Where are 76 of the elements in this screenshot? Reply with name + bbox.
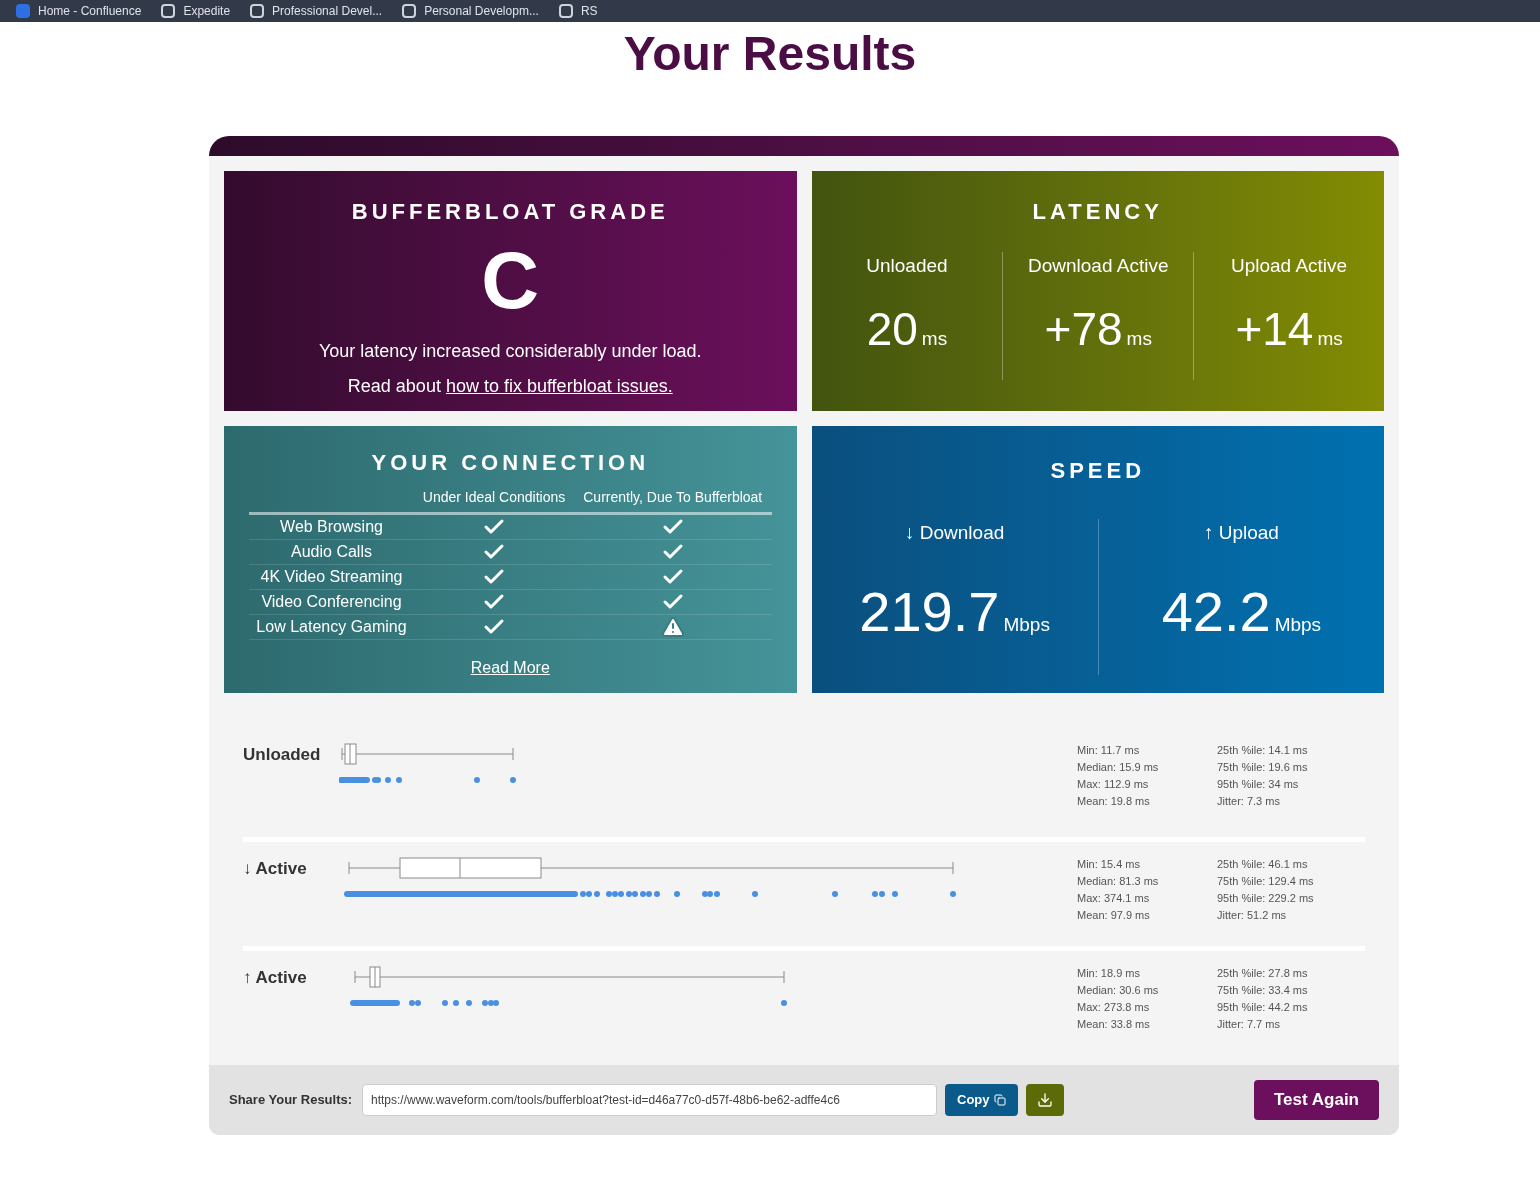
- distribution-label: ↑ Active: [243, 967, 308, 989]
- column-header: Under Ideal Conditions: [421, 488, 567, 507]
- folder-icon: [558, 4, 573, 18]
- stat-text: 95th %ile: 34 ms: [1217, 777, 1300, 792]
- download-icon: [1036, 1092, 1053, 1108]
- stat-text: 25th %ile: 27.8 ms: [1217, 966, 1309, 981]
- read-more-link[interactable]: Read More: [470, 656, 550, 680]
- latency-unit: ms: [1126, 326, 1152, 351]
- use-case-label: Video Conferencing: [260, 592, 403, 612]
- stat-text: 75th %ile: 19.6 ms: [1217, 760, 1309, 775]
- stat-text: Min: 18.9 ms: [1077, 966, 1141, 981]
- use-case-label: 4K Video Streaming: [259, 567, 404, 587]
- stat-text: 95th %ile: 229.2 ms: [1217, 891, 1315, 906]
- bookmark-link[interactable]: RS: [580, 2, 598, 20]
- stat-text: Jitter: 51.2 ms: [1217, 908, 1288, 923]
- use-case-label: Web Browsing: [279, 517, 384, 537]
- latency-unit: ms: [921, 326, 948, 351]
- stat-text: Jitter: 7.7 ms: [1217, 1017, 1281, 1032]
- use-case-label: Low Latency Gaming: [255, 617, 408, 637]
- stat-text: 95th %ile: 44.2 ms: [1217, 1000, 1309, 1015]
- column-header: Currently, Due To Bufferbloat: [582, 488, 764, 507]
- use-case-label: Audio Calls: [290, 542, 373, 562]
- card-heading: LATENCY: [1032, 198, 1163, 226]
- grade-message: Your latency increased considerably under load.: [318, 340, 702, 363]
- folder-icon: [161, 4, 176, 18]
- card-heading: YOUR CONNECTION: [371, 449, 650, 477]
- bookmark-link[interactable]: Home - Confluence: [38, 2, 142, 20]
- grade-letter: C: [481, 236, 540, 326]
- stat-text: Max: 273.8 ms: [1077, 1000, 1151, 1015]
- share-url-field[interactable]: https://www.waveform.com/tools/bufferbloat?test-id=d46a77c0-d57f-48b6-be62-adffe4c6: [362, 1084, 937, 1116]
- stat-text: Min: 15.4 ms: [1077, 857, 1141, 872]
- fix-bufferbloat-link[interactable]: how to fix bufferbloat issues.: [445, 373, 673, 400]
- latency-value: +78: [1044, 301, 1123, 357]
- card-heading: BUFFERBLOAT GRADE: [351, 198, 669, 226]
- latency-label: Upload Active: [1230, 254, 1348, 278]
- bookmark-link[interactable]: Professional Devel...: [272, 2, 383, 20]
- download-button[interactable]: [1025, 1084, 1064, 1116]
- stat-text: 75th %ile: 33.4 ms: [1217, 983, 1309, 998]
- test-again-button[interactable]: Test Again: [1254, 1080, 1379, 1120]
- speed-value: 219.7: [859, 579, 1000, 644]
- stat-text: Jitter: 7.3 ms: [1217, 794, 1281, 809]
- share-label: Share Your Results:: [229, 1091, 354, 1110]
- card-heading: SPEED: [1050, 457, 1146, 485]
- speed-label: ↓ Download: [905, 521, 1005, 545]
- folder-icon: [402, 4, 417, 18]
- stat-text: Mean: 97.9 ms: [1077, 908, 1151, 923]
- stat-text: Median: 15.9 ms: [1077, 760, 1160, 775]
- stat-text: Max: 112.9 ms: [1077, 777, 1150, 792]
- folder-icon: [250, 4, 265, 18]
- bookmark-link[interactable]: Expedite: [183, 2, 231, 20]
- stat-text: Mean: 33.8 ms: [1077, 1017, 1151, 1032]
- latency-value: 20: [866, 301, 918, 357]
- bookmark-link[interactable]: Personal Developm...: [424, 2, 539, 20]
- latency-unit: ms: [1317, 326, 1343, 351]
- stat-text: Max: 374.1 ms: [1077, 891, 1151, 906]
- stat-text: Median: 81.3 ms: [1077, 874, 1160, 889]
- latency-value: +14: [1235, 301, 1314, 357]
- speed-unit: Mbps: [1003, 612, 1050, 637]
- copy-icon: [993, 1094, 1006, 1106]
- stat-text: 25th %ile: 46.1 ms: [1217, 857, 1309, 872]
- stat-text: Mean: 19.8 ms: [1077, 794, 1151, 809]
- app-icon: [16, 4, 30, 18]
- page-title: Your Results: [622, 26, 918, 82]
- latency-label: Download Active: [1028, 254, 1169, 278]
- copy-button[interactable]: Copy: [945, 1084, 1018, 1116]
- speed-value: 42.2: [1161, 579, 1271, 644]
- stat-text: Median: 30.6 ms: [1077, 983, 1160, 998]
- speed-unit: Mbps: [1274, 612, 1322, 637]
- stat-text: 75th %ile: 129.4 ms: [1217, 874, 1315, 889]
- speed-label: ↑ Upload: [1203, 521, 1279, 545]
- distribution-label: Unloaded: [243, 744, 322, 766]
- stat-text: 25th %ile: 14.1 ms: [1217, 743, 1309, 758]
- distribution-label: ↓ Active: [243, 858, 308, 880]
- stat-text: Min: 11.7 ms: [1077, 743, 1141, 758]
- read-about-text: Read about: [347, 375, 441, 398]
- latency-label: Unloaded: [866, 254, 948, 278]
